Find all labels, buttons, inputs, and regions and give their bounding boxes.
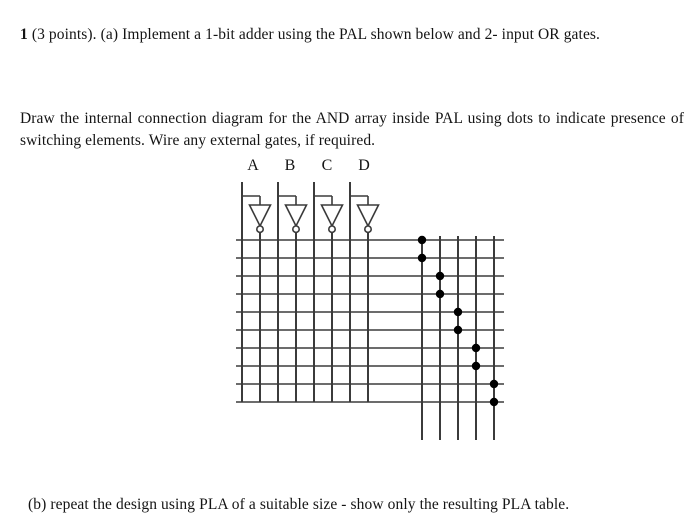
question-points: (3 points). — [31, 25, 97, 43]
input-label-b: B — [285, 157, 296, 174]
input-label-d: D — [358, 157, 370, 174]
connection-dot-4 — [435, 289, 445, 299]
page-canvas: 1 (3 points). (a) Implement a 1-bit adde… — [0, 0, 700, 513]
input-label-c: C — [322, 157, 333, 174]
inverter-triangle-D — [356, 204, 380, 228]
input-label-a: A — [247, 157, 259, 174]
part-a-label: (a) — [100, 25, 119, 43]
connection-dot-6 — [453, 325, 463, 335]
pal-diagram-svg: A B C D — [236, 157, 504, 440]
connection-dot-8 — [471, 361, 481, 371]
connection-dot-7 — [471, 343, 481, 353]
part-b-label: (b) — [28, 495, 47, 513]
part-b-paragraph: (b) repeat the design using PLA of a sui… — [28, 494, 678, 516]
connection-dot-10 — [489, 397, 499, 407]
inverter-bubble-B — [291, 225, 300, 234]
input-label-group: A B C D — [247, 157, 370, 174]
connection-dot-3 — [435, 271, 445, 281]
connection-dot-9 — [489, 379, 499, 389]
inverter-triangle-B — [284, 204, 308, 228]
product-term-rows-group — [236, 239, 504, 403]
inverter-bubble-C — [327, 225, 336, 234]
inverter-triangle-A — [248, 204, 272, 228]
question-number: 1 — [20, 25, 28, 43]
inverter-bubble-D — [363, 225, 372, 234]
part-b-text: repeat the design using PLA of a suitabl… — [50, 495, 570, 513]
inverter-triangle-C — [320, 204, 344, 228]
question-intro-paragraph: 1 (3 points). (a) Implement a 1-bit adde… — [20, 24, 684, 46]
connection-dot-1 — [417, 235, 427, 245]
connection-dot-2 — [417, 253, 427, 263]
part-a-text: Implement a 1-bit adder using the PAL sh… — [122, 25, 601, 43]
pal-and-array-diagram: A B C D — [0, 140, 700, 460]
output-columns-group — [421, 236, 495, 440]
connection-dot-5 — [453, 307, 463, 317]
inverter-bubble-A — [255, 225, 264, 234]
